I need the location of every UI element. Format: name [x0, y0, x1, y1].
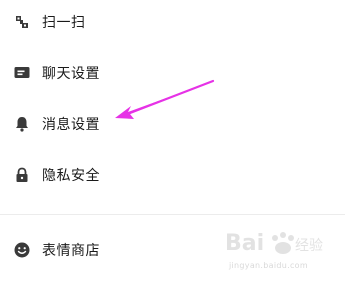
menu-item-label: 扫一扫 [42, 15, 86, 31]
menu-item-privacy-security[interactable]: 隐私安全 [0, 153, 345, 197]
menu-item-label: 聊天设置 [42, 66, 100, 82]
menu-item-sticker-store[interactable]: 表情商店 [0, 228, 345, 272]
smiley-icon [13, 241, 31, 259]
menu-item-label: 消息设置 [42, 117, 100, 133]
menu-item-label: 隐私安全 [42, 168, 100, 184]
settings-menu: 扫一扫 聊天设置 消息设置 隐私安全 表情商店 [0, 0, 345, 284]
lock-icon [13, 166, 31, 184]
menu-item-label: 表情商店 [42, 243, 100, 259]
menu-divider [0, 214, 345, 215]
menu-item-chat-settings[interactable]: 聊天设置 [0, 51, 345, 95]
menu-item-message-settings[interactable]: 消息设置 [0, 102, 345, 146]
chat-settings-icon [13, 64, 31, 82]
menu-item-scan[interactable]: 扫一扫 [0, 0, 345, 44]
bell-icon [13, 115, 31, 133]
scan-icon [13, 13, 31, 31]
